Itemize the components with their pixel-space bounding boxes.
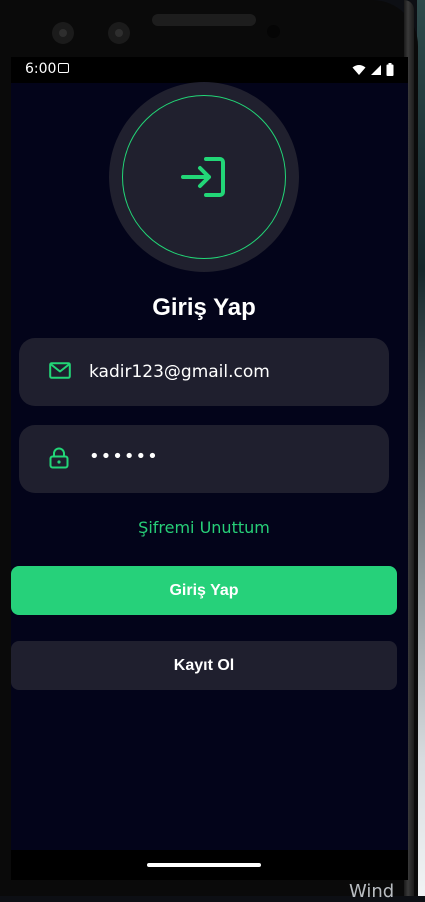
status-icons	[352, 63, 394, 76]
password-input[interactable]: ••••••	[89, 446, 159, 467]
forgot-password-link[interactable]: Şifremi Unuttum	[11, 518, 397, 537]
lock-icon	[49, 447, 69, 469]
login-button[interactable]: Giriş Yap	[11, 566, 397, 615]
login-avatar	[109, 82, 299, 272]
phone-frame: 6:00 Giriş Yap kadir123@gmail.com ••••••…	[0, 0, 418, 896]
status-bar: 6:00	[11, 57, 408, 83]
page-title: Giriş Yap	[152, 294, 256, 321]
navigation-bar	[11, 850, 408, 880]
login-icon	[181, 157, 225, 197]
earpiece-speaker	[152, 14, 256, 26]
screenshot-icon	[58, 63, 69, 73]
windows-watermark: Wind	[349, 881, 395, 902]
proximity-sensor	[267, 25, 280, 38]
desktop-background	[417, 0, 425, 896]
mail-icon	[49, 362, 71, 379]
battery-icon	[386, 63, 394, 76]
signal-icon	[371, 64, 381, 75]
home-indicator[interactable]	[147, 863, 261, 867]
password-field[interactable]: ••••••	[19, 425, 389, 493]
email-field[interactable]	[19, 338, 389, 406]
register-button[interactable]: Kayıt Ol	[11, 641, 397, 690]
front-sensor-icon	[108, 22, 130, 44]
wifi-icon	[352, 64, 366, 75]
email-input[interactable]	[89, 357, 369, 387]
status-time: 6:00	[25, 61, 57, 77]
app-screen: 6:00 Giriş Yap kadir123@gmail.com ••••••…	[11, 57, 408, 880]
front-camera-icon	[52, 22, 74, 44]
